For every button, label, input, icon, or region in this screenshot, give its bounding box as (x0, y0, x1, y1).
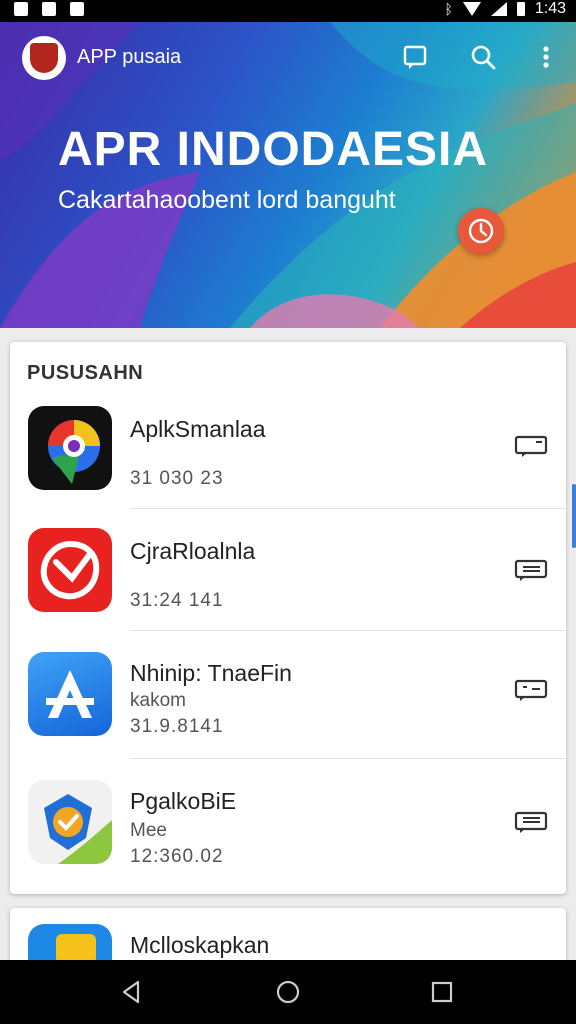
notification-icon (14, 2, 28, 16)
next-card[interactable]: Mclloskapkan (10, 908, 566, 968)
app-title: APP pusaia (77, 46, 182, 68)
hero-subtitle: Cakartahaoobent lord banguht (58, 186, 396, 214)
app-icon (28, 780, 112, 864)
home-icon[interactable] (274, 978, 302, 1006)
bluetooth-icon: ᛒ (444, 1, 453, 17)
app-logo[interactable] (22, 36, 66, 80)
section-title: PUSUSAHN (27, 362, 144, 384)
item-action-icon[interactable] (514, 434, 548, 458)
app-icon (28, 528, 112, 612)
item-title: CjraRloalnla (130, 538, 256, 564)
search-icon[interactable] (468, 42, 498, 72)
emblem-icon (30, 43, 58, 73)
divider (130, 758, 566, 759)
clock-icon (468, 218, 494, 244)
list-item[interactable]: Nhinip: TnaeFin kakom 31.9.8141 (10, 648, 566, 772)
list-item[interactable]: AplkSmanlaa 31 030 23 (10, 404, 566, 524)
notification-icons (14, 2, 84, 16)
system-nav-bar (0, 960, 576, 1024)
app-icon (28, 652, 112, 736)
scroll-indicator[interactable] (572, 484, 576, 548)
item-subtitle: Mee (130, 820, 167, 841)
hero-banner: APP pusaia APR INDODAESIA Cakartahaooben… (0, 22, 576, 328)
item-date: 31 030 23 (130, 468, 224, 489)
hero-action-button[interactable] (458, 208, 504, 254)
hero-title: APR INDODAESIA (58, 123, 489, 176)
back-icon[interactable] (118, 978, 146, 1006)
battery-icon (516, 2, 525, 16)
item-date: 31.9.8141 (130, 716, 224, 737)
wifi-icon (462, 2, 481, 16)
divider (130, 508, 566, 509)
status-time: 1:43 (534, 0, 566, 17)
item-action-icon[interactable] (514, 678, 548, 702)
recents-icon[interactable] (428, 978, 456, 1006)
item-date: 31:24 141 (130, 590, 224, 611)
item-title: Nhinip: TnaeFin (130, 660, 292, 686)
notification-icon (70, 2, 84, 16)
item-action-icon[interactable] (514, 810, 548, 834)
signal-icon (490, 2, 507, 16)
item-title: AplkSmanlaa (130, 416, 266, 442)
app-list-card: PUSUSAHN AplkSmanlaa 31 030 23 CjraRloal… (10, 342, 566, 894)
item-date: 12:360.02 (130, 846, 224, 867)
item-subtitle: kakom (130, 690, 186, 711)
notification-icon (42, 2, 56, 16)
app-bar: APP pusaia (0, 22, 576, 94)
item-title: Mclloskapkan (130, 932, 270, 958)
item-action-icon[interactable] (514, 558, 548, 582)
list-item[interactable]: PgalkoBiE Mee 12:360.02 (10, 776, 566, 894)
app-icon (28, 406, 112, 490)
divider (130, 630, 566, 631)
more-vert-icon[interactable] (531, 42, 561, 72)
item-title: PgalkoBiE (130, 788, 237, 814)
bookmark-icon[interactable] (400, 42, 430, 72)
status-bar: ᛒ 1:43 (0, 0, 576, 22)
list-item[interactable]: CjraRloalnla 31:24 141 (10, 526, 566, 646)
